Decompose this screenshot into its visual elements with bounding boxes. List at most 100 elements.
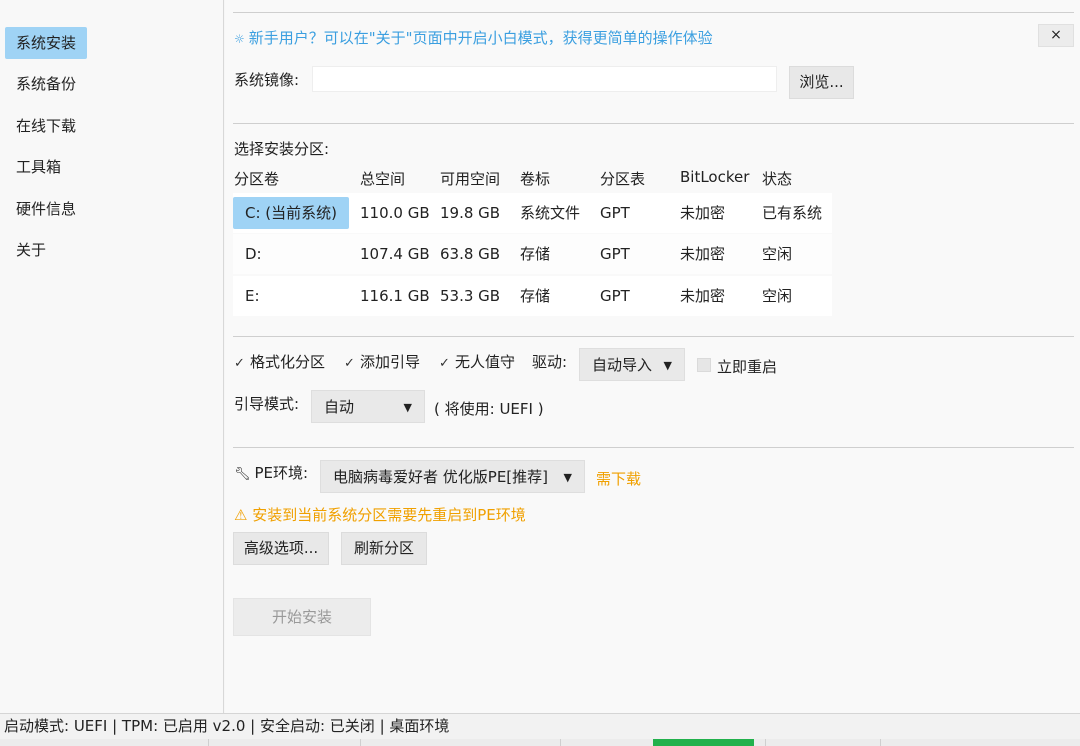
strip-divider bbox=[560, 739, 561, 746]
table-row[interactable]: E: 116.1 GB 53.3 GB 存储 GPT 未加密 空闲 bbox=[233, 276, 832, 316]
column-header: 状态 bbox=[762, 170, 793, 188]
driver-dropdown[interactable]: 自动导入 ▼ bbox=[579, 348, 685, 381]
chevron-down-icon: ▼ bbox=[563, 471, 572, 484]
divider bbox=[233, 336, 1074, 337]
partition-label: 存储 bbox=[520, 245, 551, 263]
start-install-button[interactable]: 开始安装 bbox=[233, 598, 371, 636]
strip-divider bbox=[765, 739, 766, 746]
image-path-input[interactable] bbox=[312, 66, 777, 92]
partition-status: 空闲 bbox=[762, 287, 793, 305]
pe-label-group: 🔧︎ PE环境: bbox=[234, 462, 308, 483]
unattended-checkbox-label: 无人值守 bbox=[455, 353, 516, 371]
pe-warning: ⚠ 安装到当前系统分区需要先重启到PE环境 bbox=[234, 506, 526, 524]
main-panel: ☼ 新手用户？可以在"关于"页面中开启小白模式，获得更简单的操作体验 × 系统镜像… bbox=[225, 0, 1080, 713]
driver-dropdown-value: 自动导入 bbox=[592, 356, 653, 374]
partition-volume: E: bbox=[245, 287, 260, 305]
strip-divider bbox=[360, 739, 361, 746]
partition-status: 已有系统 bbox=[762, 204, 823, 222]
browse-button[interactable]: 浏览... bbox=[789, 66, 854, 99]
wrench-icon: 🔧︎ bbox=[234, 467, 251, 482]
sidebar-item-online-download[interactable]: 在线下载 bbox=[5, 110, 87, 142]
table-row[interactable]: C: (当前系统) 110.0 GB 19.8 GB 系统文件 GPT 未加密 … bbox=[233, 193, 832, 233]
partition-bitlocker: 未加密 bbox=[680, 204, 726, 222]
image-label: 系统镜像: bbox=[234, 71, 300, 89]
column-header: 分区表 bbox=[600, 170, 646, 188]
check-icon: ✓ bbox=[439, 356, 450, 371]
partition-section-title: 选择安装分区: bbox=[234, 140, 330, 158]
tip-banner: ☼ 新手用户？可以在"关于"页面中开启小白模式，获得更简单的操作体验 bbox=[234, 27, 713, 48]
sidebar-item-system-install[interactable]: 系统安装 bbox=[5, 27, 88, 59]
divider bbox=[233, 12, 1074, 13]
check-icon: ✓ bbox=[344, 356, 355, 371]
check-icon: ✓ bbox=[234, 356, 245, 371]
advanced-options-label: 高级选项... bbox=[243, 539, 319, 557]
sidebar-item-label: 关于 bbox=[16, 241, 47, 259]
sidebar-item-toolbox[interactable]: 工具箱 bbox=[5, 151, 72, 183]
advanced-options-button[interactable]: 高级选项... bbox=[233, 532, 329, 565]
boot-mode-dropdown[interactable]: 自动 ▼ bbox=[311, 390, 425, 423]
status-bar: 启动模式: UEFI | TPM: 已启用 v2.0 | 安全启动: 已关闭 |… bbox=[0, 713, 1080, 739]
sidebar-item-label: 硬件信息 bbox=[16, 200, 77, 218]
table-row[interactable]: D: 107.4 GB 63.8 GB 存储 GPT 未加密 空闲 bbox=[233, 234, 832, 274]
partition-bitlocker: 未加密 bbox=[680, 287, 726, 305]
partition-free: 63.8 GB bbox=[440, 245, 501, 263]
partition-label: 系统文件 bbox=[520, 204, 581, 222]
sidebar-item-label: 工具箱 bbox=[16, 158, 62, 176]
partition-free: 19.8 GB bbox=[440, 204, 501, 222]
sidebar-item-label: 系统安装 bbox=[16, 34, 77, 52]
progress-indicator bbox=[653, 739, 754, 746]
pe-dropdown[interactable]: 电脑病毒爱好者 优化版PE[推荐] ▼ bbox=[320, 460, 585, 493]
format-checkbox-label: 格式化分区 bbox=[250, 353, 326, 371]
refresh-partitions-label: 刷新分区 bbox=[353, 539, 414, 557]
refresh-partitions-button[interactable]: 刷新分区 bbox=[341, 532, 427, 565]
browse-button-label: 浏览... bbox=[799, 73, 844, 91]
add-boot-checkbox-label: 添加引导 bbox=[360, 353, 421, 371]
strip-divider bbox=[208, 739, 209, 746]
partition-volume: C: (当前系统) bbox=[233, 197, 349, 229]
driver-label: 驱动: bbox=[532, 353, 568, 371]
sidebar-item-label: 在线下载 bbox=[16, 117, 77, 135]
partition-total: 110.0 GB bbox=[360, 204, 430, 222]
column-header: 分区卷 bbox=[234, 170, 280, 188]
bottom-strip bbox=[0, 739, 1080, 746]
pe-download-link[interactable]: 需下载 bbox=[596, 468, 641, 489]
close-tip-button[interactable]: × bbox=[1038, 24, 1074, 47]
partition-free: 53.3 GB bbox=[440, 287, 501, 305]
partition-table-type: GPT bbox=[600, 245, 630, 263]
add-boot-checkbox[interactable]: ✓ 添加引导 bbox=[344, 351, 420, 372]
sidebar: 系统安装 系统备份 在线下载 工具箱 硬件信息 关于 bbox=[0, 0, 224, 713]
divider bbox=[233, 123, 1074, 124]
partition-label: 存储 bbox=[520, 287, 551, 305]
chevron-down-icon: ▼ bbox=[403, 401, 412, 414]
partition-status: 空闲 bbox=[762, 245, 793, 263]
restart-checkbox-label: 立即重启 bbox=[717, 358, 778, 376]
sidebar-item-about[interactable]: 关于 bbox=[5, 234, 57, 266]
column-header: BitLocker bbox=[680, 168, 750, 186]
strip-divider bbox=[880, 739, 881, 746]
pe-dropdown-value: 电脑病毒爱好者 优化版PE[推荐] bbox=[333, 468, 548, 486]
chevron-down-icon: ▼ bbox=[663, 359, 672, 372]
start-install-label: 开始安装 bbox=[271, 608, 332, 626]
partition-table-type: GPT bbox=[600, 204, 630, 222]
sidebar-item-hardware-info[interactable]: 硬件信息 bbox=[5, 193, 87, 225]
boot-mode-note: ( 将使用: UEFI ) bbox=[434, 400, 544, 418]
divider bbox=[233, 447, 1074, 448]
boot-mode-label: 引导模式: bbox=[234, 395, 300, 413]
close-icon: × bbox=[1050, 27, 1062, 43]
status-text: 启动模式: UEFI | TPM: 已启用 v2.0 | 安全启动: 已关闭 |… bbox=[4, 717, 450, 735]
sidebar-item-label: 系统备份 bbox=[16, 75, 77, 93]
column-header: 总空间 bbox=[360, 170, 406, 188]
partition-table-type: GPT bbox=[600, 287, 630, 305]
column-header: 可用空间 bbox=[440, 170, 501, 188]
restart-checkbox[interactable] bbox=[697, 358, 711, 372]
column-header: 卷标 bbox=[520, 170, 551, 188]
format-checkbox[interactable]: ✓ 格式化分区 bbox=[234, 351, 325, 372]
partition-volume: D: bbox=[245, 245, 262, 263]
boot-mode-value: 自动 bbox=[324, 398, 355, 416]
pe-label: PE环境: bbox=[254, 464, 309, 482]
unattended-checkbox[interactable]: ✓ 无人值守 bbox=[439, 351, 515, 372]
partition-total: 107.4 GB bbox=[360, 245, 430, 263]
partition-total: 116.1 GB bbox=[360, 287, 430, 305]
tip-text: 新手用户？可以在"关于"页面中开启小白模式，获得更简单的操作体验 bbox=[248, 29, 713, 47]
sidebar-item-system-backup[interactable]: 系统备份 bbox=[5, 68, 87, 100]
